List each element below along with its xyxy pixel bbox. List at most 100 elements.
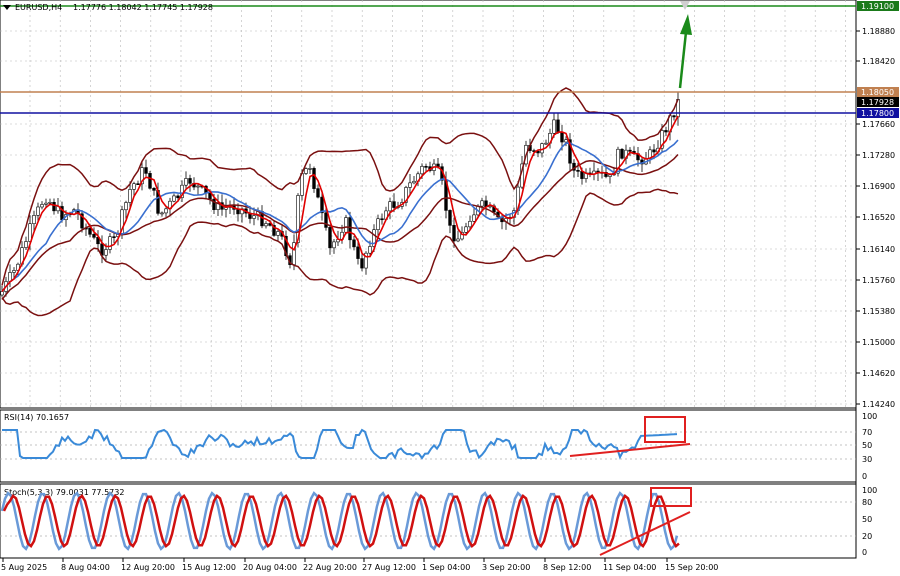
indicator-tick-label: 50 — [862, 441, 872, 450]
price-tick-label: 1.15380 — [862, 307, 895, 316]
candle-body — [136, 183, 140, 186]
price-tick-label: 1.15000 — [862, 338, 895, 347]
candle-body — [40, 204, 44, 208]
rsi-label: RSI(14) 70.1657 — [4, 413, 69, 422]
candle-body — [104, 249, 108, 256]
price-tag-label: 1.17928 — [861, 98, 894, 107]
candle-body — [128, 189, 132, 203]
indicator-tick-label: 100 — [862, 412, 877, 421]
indicator-tick-label: 0 — [862, 472, 867, 481]
candle-body — [24, 241, 28, 248]
candle-body — [608, 174, 612, 177]
candle-body — [44, 202, 48, 205]
candle-body — [580, 171, 584, 179]
candle-body — [576, 169, 580, 172]
time-tick-label: 22 Aug 20:00 — [303, 563, 357, 572]
candle-body — [152, 187, 156, 191]
candle-body — [236, 209, 240, 215]
candle-body — [672, 115, 676, 118]
candle-body — [148, 173, 152, 189]
price-tag-label: 1.17800 — [861, 109, 894, 118]
price-tick-label: 1.16520 — [862, 213, 895, 222]
candle-body — [208, 192, 212, 200]
candle-body — [144, 167, 148, 174]
candle-body — [628, 149, 632, 152]
candle-body — [348, 217, 352, 241]
candle-body — [52, 202, 56, 212]
price-tick-label: 1.18420 — [862, 57, 895, 66]
candle-body — [448, 210, 452, 226]
indicator-tick-label: 100 — [862, 486, 877, 495]
candle-body — [552, 119, 556, 134]
trading-chart[interactable]: EURUSD,H4 1.17776 1.18042 1.17745 1.1792… — [0, 0, 900, 576]
candle-body — [424, 166, 428, 168]
price-tick-label: 1.17280 — [862, 151, 895, 160]
candle-body — [196, 185, 200, 188]
time-tick-label: 8 Sep 12:00 — [543, 563, 591, 572]
price-tag-label: 1.18050 — [861, 88, 894, 97]
price-tick-label: 1.17660 — [862, 120, 895, 129]
indicator-tick-label: 80 — [862, 498, 872, 507]
candle-body — [316, 188, 320, 198]
candle-body — [112, 236, 116, 238]
candle-body — [184, 178, 188, 186]
indicator-tick-label: 50 — [862, 515, 872, 524]
price-tag-label: 1.19100 — [861, 2, 894, 11]
candle-body — [276, 231, 280, 236]
candle-body — [564, 139, 568, 143]
time-tick-label: 12 Aug 20:00 — [121, 563, 175, 572]
candle-body — [544, 142, 548, 145]
candle-body — [464, 226, 468, 233]
time-tick-label: 11 Sep 04:00 — [603, 563, 656, 572]
candle-body — [452, 225, 456, 242]
candle-body — [252, 215, 256, 219]
candle-body — [264, 223, 268, 227]
candle-body — [36, 206, 40, 216]
candle-body — [160, 212, 164, 215]
candle-body — [408, 182, 412, 188]
indicator-tick-label: 0 — [862, 548, 867, 557]
candle-body — [420, 166, 424, 175]
candle-body — [332, 241, 336, 249]
candle-body — [172, 195, 176, 202]
candle-body — [188, 178, 192, 184]
time-tick-label: 3 Sep 20:00 — [482, 563, 530, 572]
candle-body — [92, 234, 96, 238]
candle-body — [324, 212, 328, 228]
candle-body — [32, 215, 36, 225]
candle-body — [560, 132, 564, 143]
candle-body — [392, 201, 396, 208]
candle-body — [0, 291, 4, 296]
price-tick-label: 1.18880 — [862, 27, 895, 36]
indicator-tick-label: 20 — [862, 532, 872, 541]
candle-body — [164, 208, 168, 214]
time-tick-label: 27 Aug 12:00 — [362, 563, 416, 572]
candle-body — [356, 246, 360, 259]
ohlc-label: 1.17776 1.18042 1.17745 1.17928 — [73, 3, 213, 12]
time-tick-label: 5 Aug 2025 — [1, 563, 47, 572]
candle-body — [368, 246, 372, 254]
candle-body — [380, 218, 384, 221]
candle-body — [664, 130, 668, 133]
time-tick-label: 20 Aug 04:00 — [243, 563, 297, 572]
candle-body — [468, 220, 472, 228]
candle-body — [304, 168, 308, 174]
candle-body — [176, 195, 180, 199]
stoch-label: Stoch(5,3,3) 79.0031 77.5732 — [4, 488, 124, 497]
candle-body — [376, 218, 380, 230]
price-tick-label: 1.14240 — [862, 400, 895, 409]
candle-body — [456, 238, 460, 242]
candle-body — [480, 200, 484, 207]
price-tick-label: 1.16900 — [862, 182, 895, 191]
indicator-tick-label: 30 — [862, 455, 872, 464]
symbol-label: EURUSD,H4 — [15, 3, 62, 12]
time-tick-label: 1 Sep 04:00 — [422, 563, 470, 572]
candle-body — [652, 149, 656, 153]
candle-body — [360, 258, 364, 269]
candle-body — [308, 168, 312, 170]
price-tick-label: 1.16140 — [862, 245, 895, 254]
price-tick-label: 1.15760 — [862, 276, 895, 285]
candle-body — [8, 272, 12, 282]
candle-body — [12, 270, 16, 273]
candle-body — [108, 236, 112, 250]
